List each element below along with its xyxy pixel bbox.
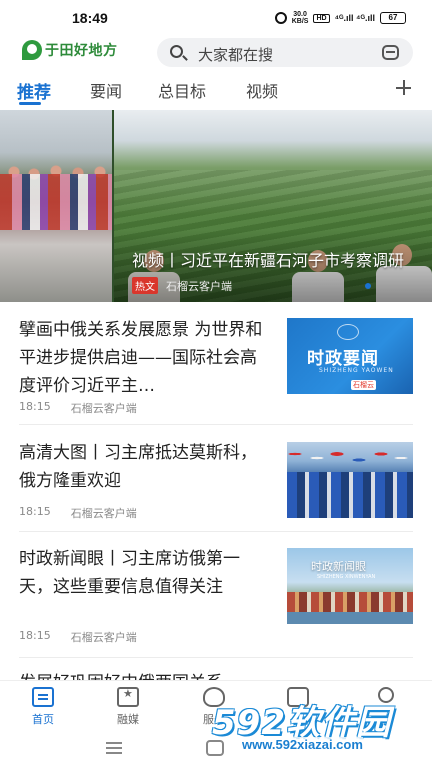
- hot-badge: 热文: [132, 277, 158, 294]
- search-icon: [170, 45, 183, 58]
- news-source: 石榴云客户端: [70, 631, 137, 644]
- app-header: 于田好地方 大家都在搜: [0, 36, 432, 70]
- carousel-indicator: [365, 283, 371, 289]
- news-meta: 18:15 石榴云客户端: [19, 400, 137, 416]
- news-thumbnail: 时政要闻 SHIZHENG YAOWEN 石榴云: [287, 318, 413, 394]
- emblem-icon: [337, 324, 359, 340]
- thumb-title: 时政要闻: [307, 349, 379, 369]
- news-time: 18:15: [19, 400, 51, 413]
- banner-carousel[interactable]: 视频丨习近平在新疆石河子市考察调研 热文 石榴云客户端: [0, 110, 432, 302]
- battery-icon: 67: [380, 12, 406, 24]
- status-icons: 30.0 KB/S HD ⁴ᴳ.ıll ⁴ᴳ.ıll 67: [274, 11, 406, 25]
- banner-meta: 热文 石榴云客户端: [132, 277, 232, 294]
- water: [287, 612, 413, 624]
- news-thumbnail: [287, 442, 413, 518]
- watermark: 592软件园 www.592xiazai.com: [212, 695, 391, 752]
- divider: [19, 531, 413, 532]
- signal-icon: ⁴ᴳ.ıll ⁴ᴳ.ıll: [334, 13, 375, 23]
- banner-prev-image: [0, 110, 112, 302]
- tab-video[interactable]: 视频: [246, 78, 278, 102]
- news-meta: 18:15 石榴云客户端: [19, 505, 137, 521]
- logo-text: 于田好地方: [45, 42, 118, 58]
- crowd: [287, 472, 413, 518]
- news-time: 18:15: [19, 629, 51, 642]
- active-tab-indicator: [19, 102, 41, 105]
- app-logo: 于田好地方: [22, 40, 118, 60]
- status-time: 18:49: [72, 10, 108, 26]
- nav-media[interactable]: 融媒: [98, 687, 158, 727]
- news-source: 石榴云客户端: [70, 402, 137, 415]
- search-box[interactable]: 大家都在搜: [157, 38, 413, 67]
- crowd-bodies: [0, 174, 112, 230]
- nav-label: 融媒: [117, 713, 139, 726]
- watermark-url: www.592xiazai.com: [242, 737, 363, 752]
- hd-badge: HD: [313, 13, 330, 23]
- news-source: 石榴云客户端: [70, 507, 137, 520]
- nav-label: 首页: [32, 713, 54, 726]
- menu-icon[interactable]: [106, 742, 122, 754]
- news-title: 擘画中俄关系发展愿景 为世界和平进步提供启迪——国际社会高度评价习近平主…: [19, 320, 263, 396]
- thumb-subtitle: SHIZHENG YAOWEN: [319, 367, 394, 374]
- thumb-subtitle: SHIZHENG XINWENYAN: [317, 574, 376, 580]
- tab-recommend[interactable]: 推荐: [17, 78, 51, 103]
- scan-icon[interactable]: [382, 45, 399, 60]
- tab-headlines[interactable]: 要闻: [90, 78, 122, 102]
- news-meta: 18:15 石榴云客户端: [19, 629, 137, 645]
- network-speed: 30.0 KB/S: [291, 11, 309, 25]
- channel-tabs: 推荐 要闻 总目标 视频: [0, 74, 432, 105]
- thumb-title: 时政新闻眼: [311, 560, 366, 573]
- add-channel-icon[interactable]: [396, 80, 411, 95]
- banner-source: 石榴云客户端: [166, 279, 232, 293]
- media-icon: [117, 687, 139, 707]
- news-thumbnail: 时政新闻眼 SHIZHENG XINWENYAN: [287, 548, 413, 624]
- news-title: 时政新闻眼丨习主席访俄第一天，这些重要信息值得关注: [19, 549, 240, 597]
- banner-title: 视频丨习近平在新疆石河子市考察调研: [132, 251, 405, 270]
- divider: [19, 657, 413, 658]
- nav-home[interactable]: 首页: [13, 687, 73, 727]
- thumb-logo: 石榴云: [351, 380, 376, 390]
- status-bar: 18:49 30.0 KB/S HD ⁴ᴳ.ıll ⁴ᴳ.ıll 67: [0, 0, 432, 36]
- leaf-logo-icon: [22, 40, 42, 60]
- alarm-icon: [274, 12, 287, 24]
- search-placeholder: 大家都在搜: [198, 46, 274, 64]
- news-title: 高清大图丨习主席抵达莫斯科，俄方隆重欢迎: [19, 443, 257, 491]
- tab-general-goal[interactable]: 总目标: [158, 78, 206, 102]
- news-time: 18:15: [19, 505, 51, 518]
- home-icon: [32, 687, 54, 707]
- divider: [19, 424, 413, 425]
- skyline: [287, 592, 413, 614]
